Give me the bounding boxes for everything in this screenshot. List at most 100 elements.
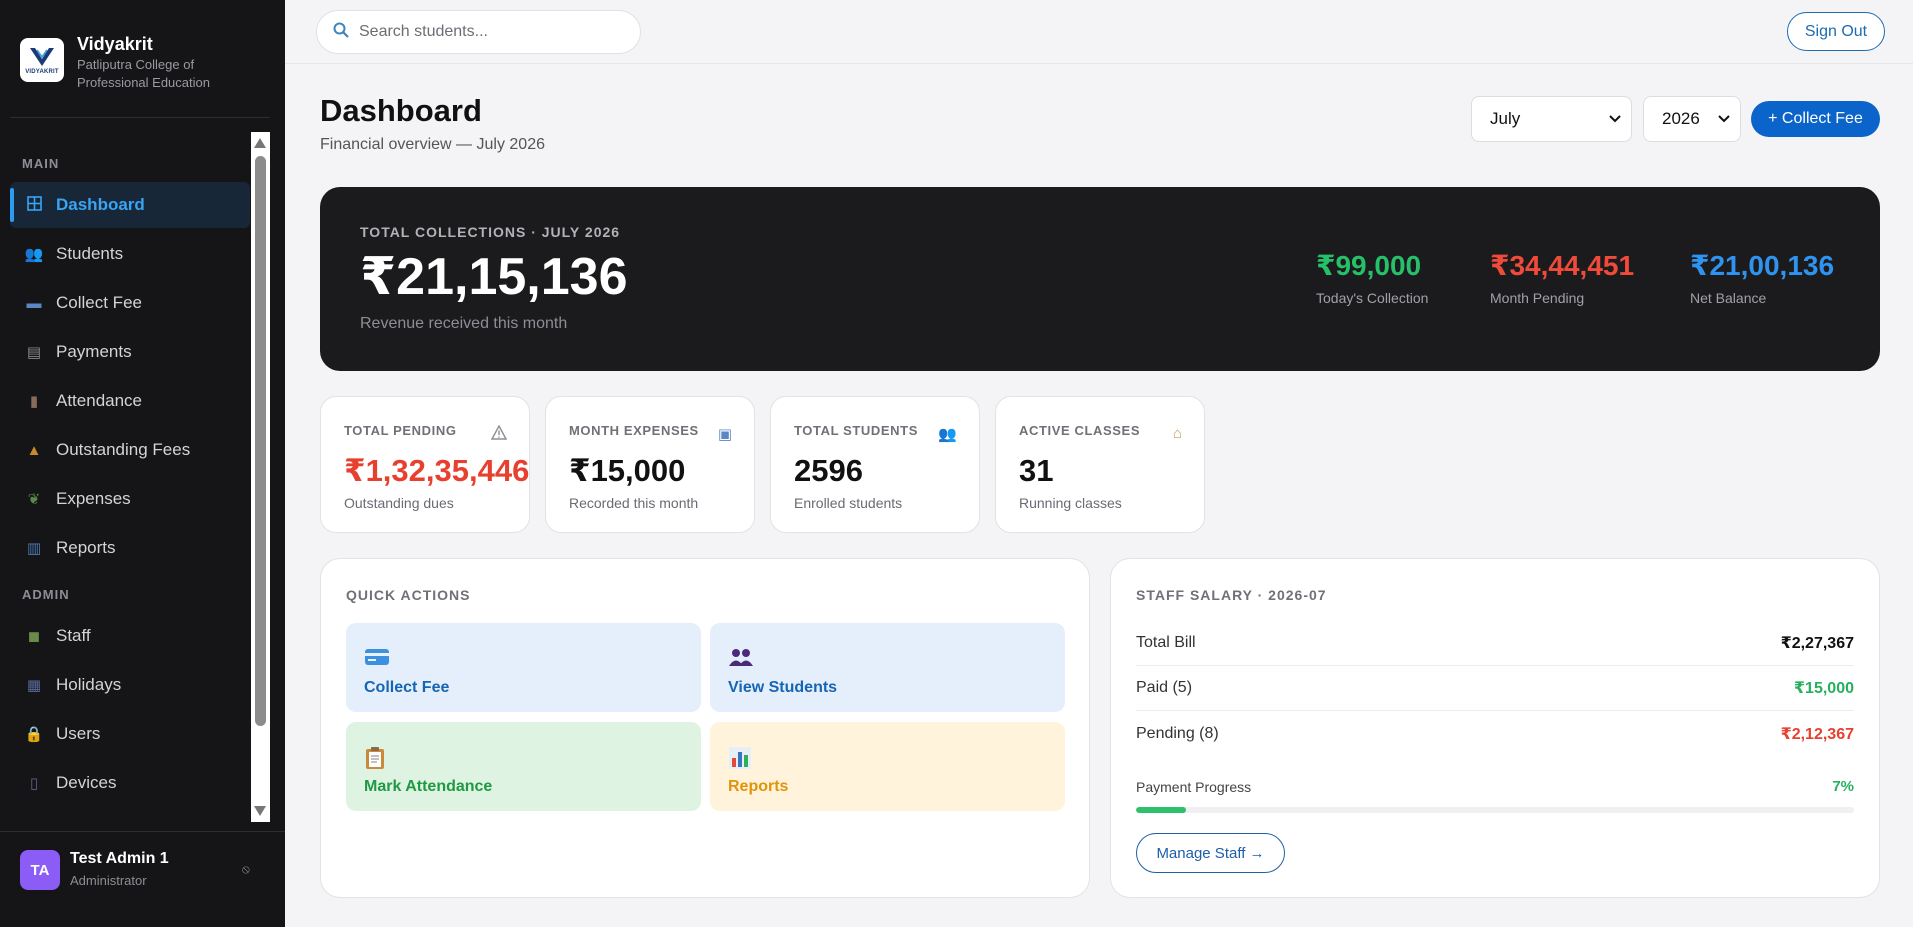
sidebar-item-outstanding-fees[interactable]: ▲ Outstanding Fees xyxy=(10,427,250,473)
receipt-icon: ▣ xyxy=(717,426,732,443)
search-input[interactable] xyxy=(359,23,619,41)
leaf-icon: ❦ xyxy=(27,491,41,508)
sidebar-item-reports[interactable]: ▥ Reports xyxy=(10,525,250,571)
sidebar-item-label: Students xyxy=(56,244,124,263)
card-value: 2596 xyxy=(794,453,863,488)
brand-subtitle: Patliputra College of Professional Educa… xyxy=(77,56,210,92)
card-value: ₹1,32,35,446 xyxy=(344,453,530,488)
quick-action-mark-attendance[interactable]: Mark Attendance xyxy=(346,722,701,811)
sidebar-item-expenses[interactable]: ❦ Expenses xyxy=(10,476,250,522)
document-icon: ▤ xyxy=(26,344,42,361)
card-description: Enrolled students xyxy=(794,495,903,511)
sidebar-item-label: Holidays xyxy=(56,675,122,694)
sidebar-item-users[interactable]: 🔒 Users xyxy=(10,711,250,757)
topbar: Sign Out xyxy=(285,0,1913,64)
stat-label: Today's Collection xyxy=(1316,290,1429,306)
scroll-up-arrow-icon[interactable] xyxy=(254,138,266,148)
staff-salary-panel: STAFF SALARY · 2026-07 Total Bill ₹2,27,… xyxy=(1110,558,1880,898)
brand-subtitle-line-1: Patliputra College of xyxy=(77,57,195,72)
scroll-down-arrow-icon[interactable] xyxy=(254,806,266,816)
sidebar-item-students[interactable]: 👥 Students xyxy=(10,231,250,277)
chevron-down-icon xyxy=(1609,112,1621,126)
collect-fee-button[interactable]: + Collect Fee xyxy=(1751,101,1880,137)
panel-title: QUICK ACTIONS xyxy=(346,587,471,603)
stat-label: Net Balance xyxy=(1690,290,1767,306)
sidebar-nav: MAIN Dashboard 👥 Students ▬ Collect Fee … xyxy=(10,132,250,820)
warning-icon xyxy=(490,424,508,444)
total-pending-card: TOTAL PENDING ₹1,32,35,446 Outstanding d… xyxy=(320,396,530,533)
card-label: TOTAL PENDING xyxy=(344,423,457,438)
year-select-value: 2026 xyxy=(1662,109,1700,128)
bar-chart-icon xyxy=(728,746,752,776)
salary-row-label: Pending (8) xyxy=(1136,724,1219,742)
month-select-value: July xyxy=(1490,109,1521,128)
divider xyxy=(10,117,270,118)
month-select[interactable]: July xyxy=(1471,96,1632,142)
card-label: MONTH EXPENSES xyxy=(569,423,699,438)
month-expenses-card: MONTH EXPENSES ▣ ₹15,000 Recorded this m… xyxy=(545,396,755,533)
quick-action-view-students[interactable]: View Students xyxy=(710,623,1065,712)
users-icon: 👥 xyxy=(24,246,44,263)
card-value: ₹15,000 xyxy=(569,453,686,488)
total-students-card: TOTAL STUDENTS 👥 2596 Enrolled students xyxy=(770,396,980,533)
todays-collection-stat: ₹99,000 Today's Collection xyxy=(1316,249,1428,306)
quick-action-label: View Students xyxy=(728,679,838,696)
notebook-icon: ▮ xyxy=(29,393,39,410)
payment-progress-label: Payment Progress xyxy=(1136,779,1252,795)
hero-description: Revenue received this month xyxy=(360,315,568,332)
user-name: Test Admin 1 xyxy=(70,850,169,867)
sidebar: VIDYAKRIT Vidyakrit Patliputra College o… xyxy=(0,0,285,927)
stat-value: ₹21,00,136 xyxy=(1690,250,1835,281)
payment-progress-percent: 7% xyxy=(1832,778,1854,795)
logo-emblem-icon xyxy=(30,47,54,66)
card-label: ACTIVE CLASSES xyxy=(1019,423,1141,438)
users-icon xyxy=(728,647,754,673)
chevron-down-icon xyxy=(1718,112,1730,126)
brand[interactable]: VIDYAKRIT Vidyakrit Patliputra College o… xyxy=(20,34,210,92)
quick-action-collect-fee[interactable]: Collect Fee xyxy=(346,623,701,712)
nav-section-main: MAIN xyxy=(22,156,60,171)
search-box[interactable] xyxy=(316,10,641,54)
salary-row-label: Total Bill xyxy=(1136,634,1196,651)
year-select[interactable]: 2026 xyxy=(1643,96,1741,142)
search-icon xyxy=(333,22,349,42)
quick-action-reports[interactable]: Reports xyxy=(710,722,1065,811)
sidebar-item-dashboard[interactable]: Dashboard xyxy=(10,182,250,228)
card-label: TOTAL STUDENTS xyxy=(794,423,918,438)
sidebar-item-attendance[interactable]: ▮ Attendance xyxy=(10,378,250,424)
logout-icon[interactable]: ⦸ xyxy=(242,862,250,877)
net-balance-stat: ₹21,00,136 Net Balance xyxy=(1690,249,1834,306)
card-icon xyxy=(364,647,390,673)
month-pending-stat: ₹34,44,451 Month Pending xyxy=(1490,249,1634,306)
warning-icon: ▲ xyxy=(26,441,42,459)
page-title: Dashboard xyxy=(320,93,482,128)
quick-actions-panel: QUICK ACTIONS Collect Fee View Students … xyxy=(320,558,1090,898)
sidebar-item-holidays[interactable]: ▦ Holidays xyxy=(10,662,250,708)
salary-row-value: ₹15,000 xyxy=(1793,680,1854,697)
scrollbar-thumb[interactable] xyxy=(255,156,266,726)
user-role: Administrator xyxy=(70,873,147,888)
sidebar-item-collect-fee[interactable]: ▬ Collect Fee xyxy=(10,280,250,326)
sidebar-item-payments[interactable]: ▤ Payments xyxy=(10,329,250,375)
sidebar-item-label: Attendance xyxy=(56,391,143,410)
quick-action-label: Reports xyxy=(728,778,789,795)
stat-value: ₹34,44,451 xyxy=(1490,250,1635,281)
sidebar-item-devices[interactable]: ▯ Devices xyxy=(10,760,250,806)
sign-out-button[interactable]: Sign Out xyxy=(1787,12,1885,51)
clipboard-icon xyxy=(364,746,386,776)
nav-section-admin: ADMIN xyxy=(22,587,70,602)
total-collections-hero: TOTAL COLLECTIONS · JULY 2026 ₹21,15,136… xyxy=(320,187,1880,371)
user-profile[interactable]: TA Test Admin 1 Administrator ⦸ xyxy=(0,831,285,927)
hero-label: TOTAL COLLECTIONS · JULY 2026 xyxy=(360,224,621,240)
salary-row-paid: Paid (5) ₹15,000 xyxy=(1136,666,1854,711)
sidebar-item-staff[interactable]: ◼ Staff xyxy=(10,613,250,659)
salary-row-value: ₹2,27,367 xyxy=(1780,635,1854,652)
payment-progress-fill xyxy=(1136,807,1187,813)
salary-row-label: Paid (5) xyxy=(1136,679,1193,696)
quick-action-label: Collect Fee xyxy=(364,679,450,696)
manage-staff-button[interactable]: Manage Staff → xyxy=(1136,833,1285,873)
sidebar-scrollbar[interactable] xyxy=(251,132,270,822)
card-icon: ▬ xyxy=(26,294,42,312)
device-icon: ▯ xyxy=(29,775,39,792)
card-description: Outstanding dues xyxy=(344,495,454,511)
